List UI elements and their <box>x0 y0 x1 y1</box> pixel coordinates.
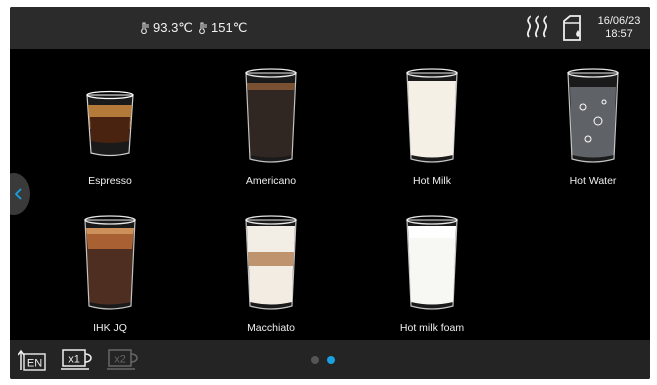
drink-tile-espresso[interactable]: Espresso <box>55 57 165 187</box>
drink-label: Hot Milk <box>413 175 451 187</box>
page-indicator <box>311 356 335 364</box>
drink-tile-ihk[interactable]: IHK JQ <box>55 204 165 334</box>
boiler2-temp: 151℃ <box>196 20 247 36</box>
drink-label: Macchiato <box>247 322 295 334</box>
drink-label: Americano <box>245 175 297 187</box>
bottom-bar: EN x1 x2 <box>10 340 650 379</box>
date-time: 16/06/23 18:57 <box>590 15 648 41</box>
language-text: EN <box>27 358 42 370</box>
double-cup-text: x2 <box>114 354 126 366</box>
chevron-left-icon <box>14 188 22 200</box>
drink-label: Hot milk foam <box>399 322 465 334</box>
drink-label: IHK JQ <box>93 322 127 334</box>
single-cup-icon: x1 <box>61 349 92 370</box>
single-cup-button[interactable]: x1 <box>60 348 96 377</box>
drink-tile-macchiato[interactable]: Macchiato <box>216 204 326 334</box>
drink-grid: Espresso Americano Hot Milk Hot Water IHK JQ… <box>10 49 650 340</box>
drink-tile-americano[interactable]: Americano <box>216 57 326 187</box>
double-cup-icon: x2 <box>107 349 138 370</box>
drink-label: Espresso <box>88 175 132 187</box>
boiler1-temp-value: 93.3℃ <box>153 20 193 35</box>
thermometer-icon <box>141 22 149 34</box>
water-tank-icon[interactable] <box>561 14 585 42</box>
drink-tile-foam[interactable]: Hot milk foam <box>377 204 487 334</box>
boiler1-temp: 93.3℃ <box>138 20 193 36</box>
status-bar: 93.3℃ 151℃ 16/06/23 18:57 <box>10 7 650 49</box>
single-cup-text: x1 <box>68 354 80 366</box>
page-dot[interactable] <box>311 356 319 364</box>
machine-screen: 93.3℃ 151℃ 16/06/23 18:57 Espresso Americ… <box>10 7 650 379</box>
boiler2-temp-value: 151℃ <box>211 20 248 35</box>
steam-icon[interactable] <box>525 15 553 41</box>
time-text: 18:57 <box>605 28 633 40</box>
thermometer-icon <box>199 22 207 34</box>
page-dot[interactable] <box>327 356 335 364</box>
drink-tile-milk[interactable]: Hot Milk <box>377 57 487 187</box>
drink-label: Hot Water <box>569 175 617 187</box>
double-cup-button[interactable]: x2 <box>106 348 142 377</box>
date-text: 16/06/23 <box>597 15 641 27</box>
language-button[interactable]: EN <box>17 348 48 377</box>
language-icon: EN <box>17 349 46 371</box>
drink-tile-water[interactable]: Hot Water <box>538 57 648 187</box>
